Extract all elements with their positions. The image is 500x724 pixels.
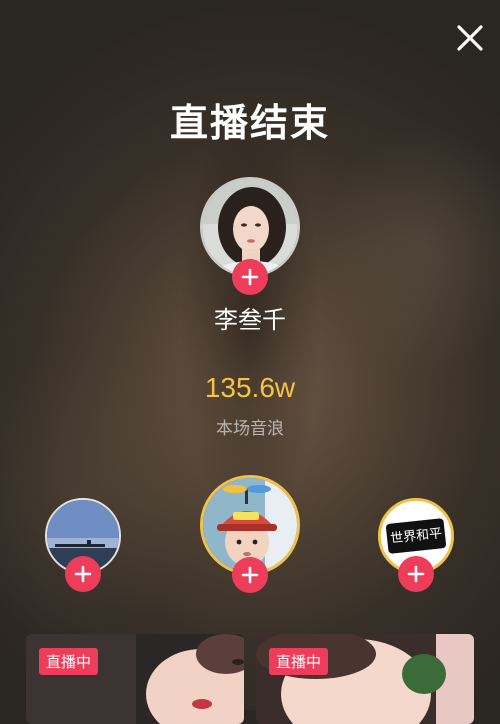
contributor-item: 世界和平 [378, 498, 456, 593]
contributor-item [45, 498, 123, 593]
plus-icon [74, 565, 92, 583]
follow-contributor-3-button[interactable] [398, 556, 434, 592]
sound-waves-label: 本场音浪 [216, 419, 284, 439]
live-badge: 直播中 [39, 648, 99, 675]
recommended-live-card[interactable]: 直播中 [26, 634, 244, 724]
plus-icon [241, 268, 259, 286]
follow-host-button[interactable] [232, 259, 268, 295]
host-avatar-container [200, 177, 300, 295]
page-title: 直播结束 [169, 101, 330, 145]
close-button[interactable] [452, 20, 488, 56]
follow-contributor-1-button[interactable] [65, 556, 101, 592]
sound-waves-value: 135.6w [204, 372, 296, 403]
live-badge: 直播中 [269, 648, 329, 675]
follow-contributor-2-button[interactable] [232, 557, 268, 593]
plus-icon [241, 566, 259, 584]
recommended-live-card[interactable]: 直播中 [256, 634, 474, 724]
contributor-item [200, 475, 300, 595]
host-name: 李叁千 [214, 306, 286, 334]
plus-icon [407, 565, 425, 583]
close-icon [457, 25, 483, 51]
